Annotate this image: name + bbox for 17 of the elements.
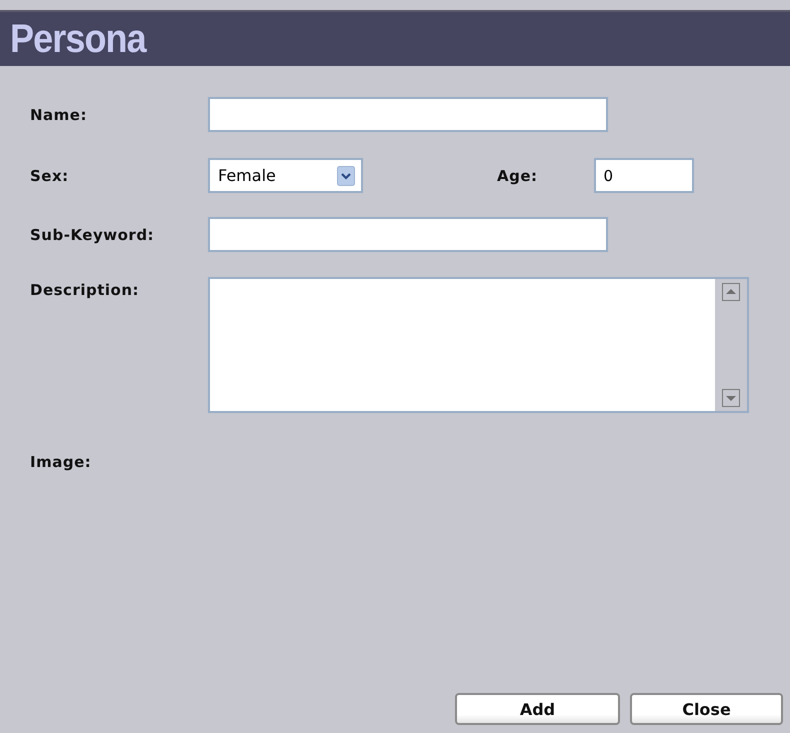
window-title: Persona <box>10 16 146 62</box>
name-field[interactable] <box>208 97 608 132</box>
sex-dropdown[interactable]: Female <box>208 158 363 193</box>
scroll-up-icon[interactable] <box>722 283 740 301</box>
field-label: Age: <box>497 166 538 184</box>
field-label: Description: <box>30 281 140 299</box>
scroll-down-icon[interactable] <box>722 389 740 407</box>
field-label: Sex: <box>30 166 70 184</box>
field-label: Image: <box>30 453 92 471</box>
description-field[interactable] <box>208 277 749 413</box>
sub-keyword-field[interactable] <box>208 217 608 252</box>
caret-icon <box>337 166 355 186</box>
field-label: Sub-Keyword: <box>30 226 156 244</box>
add-button[interactable]: Add <box>455 693 620 725</box>
close-button[interactable]: Close <box>630 693 783 725</box>
field-label: Name: <box>30 106 88 124</box>
age-field[interactable]: 0 <box>594 158 694 193</box>
